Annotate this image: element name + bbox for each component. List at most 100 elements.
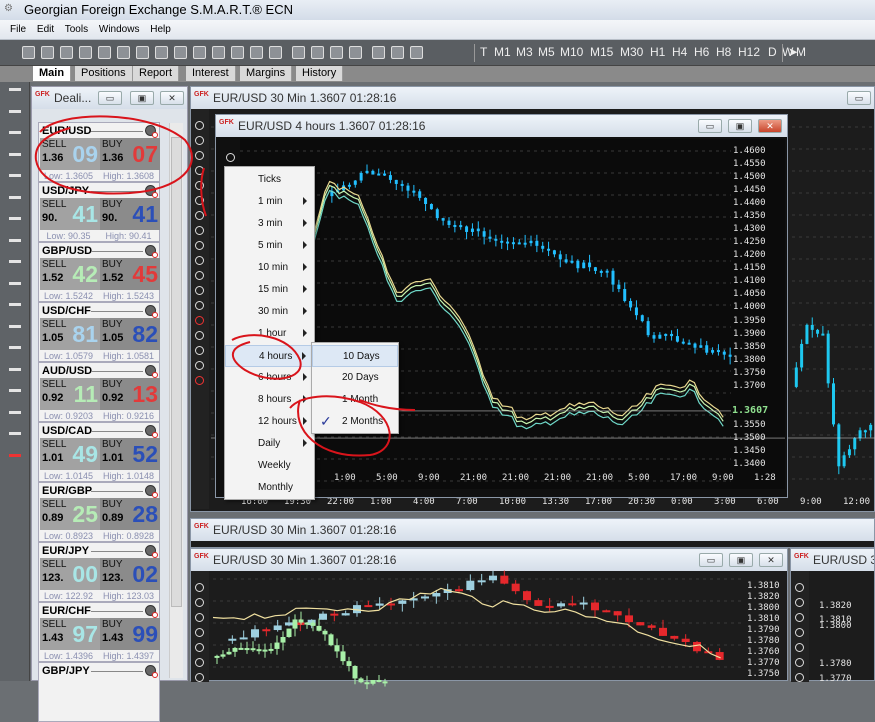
timeframe-h1[interactable]: H1: [650, 45, 665, 59]
menu-item-1-hour[interactable]: 1 hour: [225, 323, 314, 345]
sell-button[interactable]: SELL 1.43 97: [40, 618, 100, 650]
bar-chart-icon[interactable]: [269, 46, 282, 59]
buy-button[interactable]: BUY 90. 41: [100, 198, 160, 230]
crosshair-icon[interactable]: [9, 109, 21, 113]
lines-icon[interactable]: [9, 367, 21, 371]
settings-icon[interactable]: [145, 305, 158, 318]
grid-icon[interactable]: [212, 46, 225, 59]
buy-button[interactable]: BUY 1.01 52: [100, 438, 160, 470]
refresh-icon[interactable]: [193, 46, 206, 59]
timeframe-h8[interactable]: H8: [716, 45, 731, 59]
timeframe-t[interactable]: T: [480, 45, 487, 59]
quote-card-audusd[interactable]: AUD/USD SELL 0.92 11 BUY 0.92 13 Low: 0.9203 Hig…: [38, 362, 160, 422]
circle-icon[interactable]: [174, 46, 187, 59]
cursor-icon[interactable]: ➤: [788, 45, 798, 59]
menu-item-Weekly[interactable]: Weekly: [225, 455, 314, 477]
quote-card-eurusd[interactable]: EUR/USD SELL 1.36 09 BUY 1.36 07 Low: 1.3605 Hig…: [38, 122, 160, 182]
menu-item-5-min[interactable]: 5 min: [225, 235, 314, 257]
timeframe-m10[interactable]: M10: [560, 45, 583, 59]
buy-button[interactable]: BUY 1.36 07: [100, 138, 160, 170]
vertical-icon[interactable]: [330, 46, 343, 59]
book-icon[interactable]: [155, 46, 168, 59]
menu-help[interactable]: Help: [150, 24, 171, 35]
fib-retracement-icon[interactable]: [9, 324, 21, 328]
maximize-button[interactable]: ▣: [130, 91, 154, 105]
globe-icon[interactable]: [41, 46, 54, 59]
sell-button[interactable]: SELL 1.52 42: [40, 258, 100, 290]
tab-margins[interactable]: Margins: [240, 66, 293, 81]
settings-icon[interactable]: [145, 485, 158, 498]
menu-item-Monthly[interactable]: Monthly: [225, 477, 314, 499]
cross-icon[interactable]: [9, 238, 21, 242]
columns-icon[interactable]: [9, 389, 21, 392]
dollar-icon[interactable]: [372, 46, 385, 59]
fib-fan-icon[interactable]: [9, 281, 21, 285]
settings-icon[interactable]: [145, 425, 158, 438]
gann-icon[interactable]: [9, 346, 21, 349]
quote-card-usdchf[interactable]: USD/CHF SELL 1.05 81 BUY 1.05 82 Low: 1.0579 Hig…: [38, 302, 160, 362]
submenu-item-2-months[interactable]: ✓ 2 Months: [312, 411, 398, 433]
globe2-icon[interactable]: [391, 46, 404, 59]
menu-tools[interactable]: Tools: [65, 24, 88, 35]
sell-button[interactable]: SELL 0.92 11: [40, 378, 100, 410]
timeframe-m3[interactable]: M3: [516, 45, 533, 59]
copy-icon[interactable]: [60, 46, 73, 59]
new-doc-icon[interactable]: [22, 46, 35, 59]
cursor-icon[interactable]: [9, 88, 21, 91]
buy-button[interactable]: BUY 1.52 45: [100, 258, 160, 290]
timeframe-h6[interactable]: H6: [694, 45, 709, 59]
settings-icon[interactable]: [145, 605, 158, 618]
settings-icon[interactable]: [145, 185, 158, 198]
channel-icon[interactable]: [9, 217, 21, 220]
timeframe-d[interactable]: D: [768, 45, 777, 59]
settings-icon[interactable]: [145, 125, 158, 138]
menu-item-Daily[interactable]: Daily: [225, 433, 314, 455]
timeframe-h4[interactable]: H4: [672, 45, 687, 59]
quote-card-usdcad[interactable]: USD/CAD SELL 1.01 49 BUY 1.01 52 Low: 1.0145 Hig…: [38, 422, 160, 482]
menu-item-1-min[interactable]: 1 min: [225, 191, 314, 213]
menu-item-15-min[interactable]: 15 min: [225, 279, 314, 301]
timeframe-m30[interactable]: M30: [620, 45, 643, 59]
horizontal-icon[interactable]: [311, 46, 324, 59]
submenu-item-10-days[interactable]: 10 Days: [312, 345, 398, 367]
chart-zoom-icon[interactable]: [231, 46, 244, 59]
quote-card-gbpusd[interactable]: GBP/USD SELL 1.52 42 BUY 1.52 45 Low: 1.5242 Hig…: [38, 242, 160, 302]
sell-button[interactable]: SELL 1.36 09: [40, 138, 100, 170]
timeframe-m1[interactable]: M1: [494, 45, 511, 59]
quote-card-usdjpy[interactable]: USD/JPY SELL 90. 41 BUY 90. 41 Low: 90.35 High: …: [38, 182, 160, 242]
buy-button[interactable]: BUY 0.92 13: [100, 378, 160, 410]
timeframe-m15[interactable]: M15: [590, 45, 613, 59]
price-chart[interactable]: [191, 549, 789, 690]
pin-icon[interactable]: [98, 46, 111, 59]
buy-button[interactable]: BUY 1.43 99: [100, 618, 160, 650]
ray-icon[interactable]: [9, 152, 21, 156]
tab-interest[interactable]: Interest: [186, 66, 236, 81]
tab-main[interactable]: Main: [33, 66, 72, 81]
settings-icon[interactable]: [145, 665, 158, 678]
dealing-scrollbar[interactable]: [169, 123, 183, 678]
chart-type-icon[interactable]: [250, 46, 263, 59]
save-icon[interactable]: [117, 46, 130, 59]
settings-icon[interactable]: [145, 365, 158, 378]
alert-icon[interactable]: [410, 46, 423, 59]
minimize-button[interactable]: ▭: [98, 91, 122, 105]
menu-edit[interactable]: Edit: [37, 24, 54, 35]
settings-icon[interactable]: [145, 245, 158, 258]
settings-icon[interactable]: [145, 545, 158, 558]
sell-button[interactable]: SELL 90. 41: [40, 198, 100, 230]
timeframe-m5[interactable]: M5: [538, 45, 555, 59]
close-button[interactable]: ✕: [160, 91, 184, 105]
menu-item-Ticks[interactable]: Ticks: [225, 169, 314, 191]
tile-icon[interactable]: [292, 46, 305, 59]
pencil-icon[interactable]: [9, 432, 21, 435]
menu-item-10-min[interactable]: 10 min: [225, 257, 314, 279]
sell-button[interactable]: SELL 0.89 25: [40, 498, 100, 530]
buy-button[interactable]: BUY 123. 02: [100, 558, 160, 590]
vertical-line-icon[interactable]: [9, 195, 21, 199]
delete-icon[interactable]: [9, 453, 21, 457]
tab-history[interactable]: History: [296, 66, 344, 81]
fib-arc-icon[interactable]: [9, 303, 21, 306]
submenu-item-20-days[interactable]: 20 Days: [312, 367, 398, 389]
menu-item-8-hours[interactable]: 8 hours: [225, 389, 314, 411]
menu-item-12-hours[interactable]: 12 hours: [225, 411, 314, 433]
